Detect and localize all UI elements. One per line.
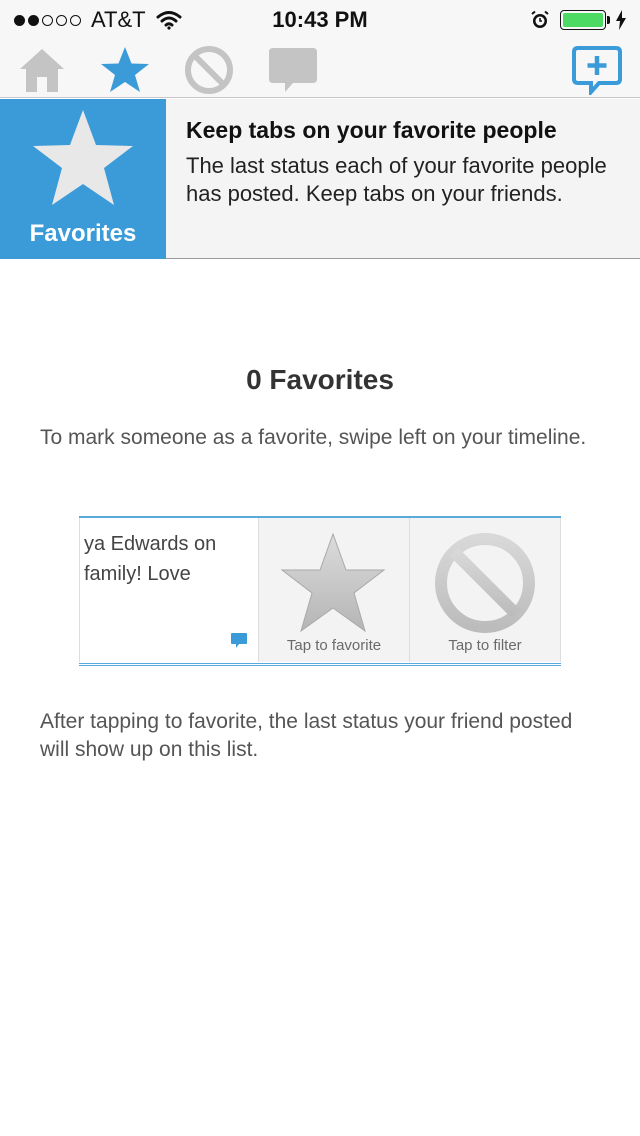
instruction-text: To mark someone as a favorite, swipe lef…	[40, 426, 587, 449]
after-favorite-text: After tapping to favorite, the last stat…	[40, 710, 573, 761]
favorites-banner: Favorites Keep tabs on your favorite peo…	[0, 99, 640, 259]
banner-title: Keep tabs on your favorite people	[186, 117, 557, 143]
favorite-action-cell: Tap to favorite	[259, 518, 410, 662]
banner-description: The last status each of your favorite pe…	[186, 153, 607, 206]
star-icon	[33, 110, 133, 205]
home-icon	[20, 49, 64, 92]
status-bar: AT&T 10:43 PM	[0, 0, 640, 40]
home-button[interactable]	[15, 44, 69, 96]
battery-fill	[563, 13, 603, 27]
no-filter-icon	[435, 533, 535, 633]
tweet-text-line: family! Love	[84, 563, 191, 585]
sample-tweet: ya Edwards on family! Love	[79, 518, 259, 662]
filter-button[interactable]	[182, 44, 236, 96]
favorites-badge: Favorites	[0, 99, 166, 259]
filter-action-cell: Tap to filter	[410, 518, 561, 662]
swipe-illustration: ya Edwards on family! Love Tap to favori…	[79, 516, 561, 666]
status-right	[530, 8, 626, 32]
badge-label: Favorites	[29, 220, 137, 247]
battery-nub	[607, 16, 610, 24]
comment-icon	[231, 633, 247, 648]
speech-bubble-icon	[269, 48, 317, 92]
star-icon	[101, 47, 149, 92]
favorites-count-title: 0 Favorites	[246, 364, 394, 395]
favorite-caption: Tap to favorite	[286, 637, 382, 654]
alarm-clock-icon	[531, 10, 549, 28]
charging-bolt-icon	[616, 10, 626, 30]
filter-caption: Tap to filter	[448, 637, 522, 654]
battery-icon	[560, 10, 610, 30]
compose-button[interactable]	[570, 44, 624, 96]
messages-button[interactable]	[266, 44, 320, 96]
no-filter-icon	[185, 46, 233, 94]
star-icon	[280, 532, 386, 633]
tweet-text-line: ya Edwards on	[84, 533, 217, 555]
favorites-button[interactable]	[98, 44, 152, 96]
compose-icon	[572, 46, 622, 95]
top-toolbar	[0, 40, 640, 98]
